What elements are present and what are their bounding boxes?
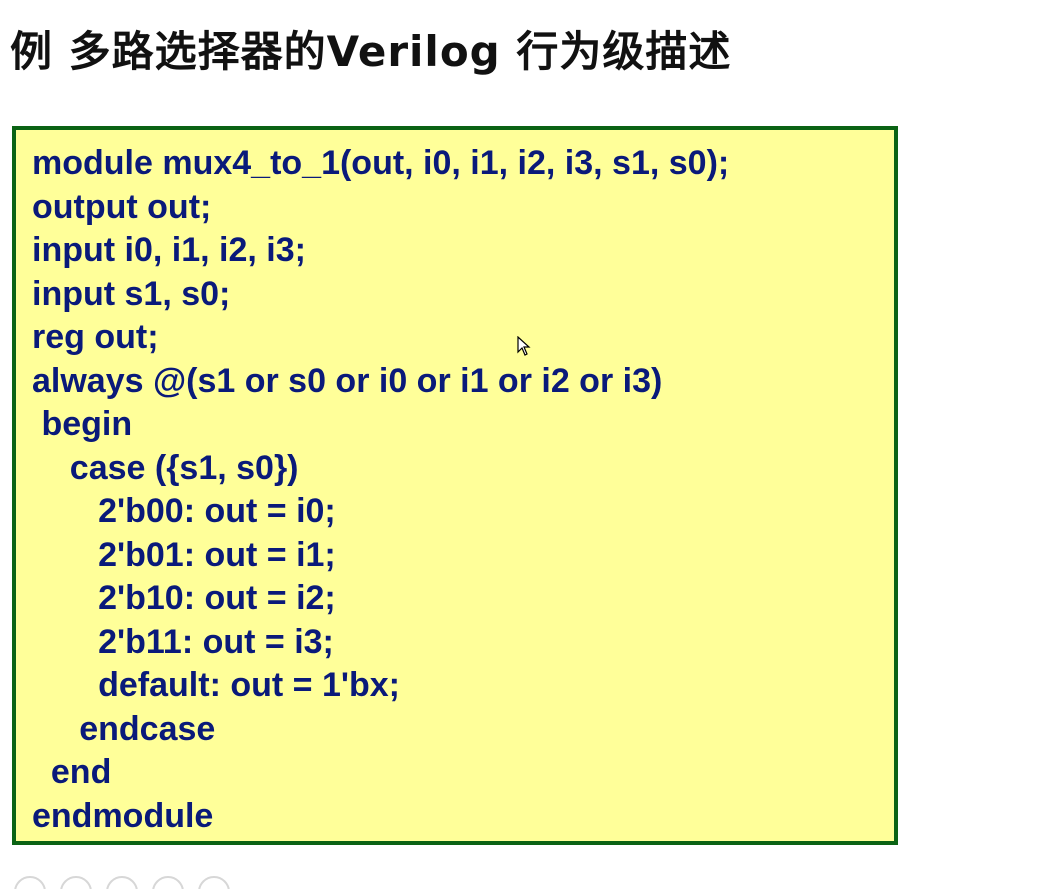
pager-dot[interactable] (60, 876, 92, 889)
pager-dot[interactable] (106, 876, 138, 889)
mouse-pointer-icon (517, 336, 531, 356)
code-line-endcase: endcase (32, 709, 216, 748)
code-line-output: output out; (32, 187, 212, 226)
code-line-case: case ({s1, s0}) (32, 448, 299, 487)
code-line-case-00: 2'b00: out = i0; (32, 492, 336, 530)
slide-page: 例 多路选择器的Verilog 行为级描述 module mux4_to_1(o… (0, 0, 1047, 889)
code-line-begin: begin (32, 405, 133, 443)
pager-dot[interactable] (198, 876, 230, 889)
code-line-end: end (32, 753, 112, 791)
code-line-reg: reg out; (32, 318, 159, 356)
code-line-input-data: input i0, i1, i2, i3; (32, 231, 306, 269)
code-line-input-select: input s1, s0; (32, 274, 231, 313)
code-line-always: always @(s1 or s0 or i0 or i1 or i2 or i… (32, 361, 663, 400)
code-line-module: module mux4_to_1(out, i0, i1, i2, i3, s1… (32, 144, 730, 182)
pager-dot[interactable] (14, 876, 46, 889)
code-line-case-01: 2'b01: out = i1; (32, 535, 336, 574)
pager-dot[interactable] (152, 876, 184, 889)
verilog-code-box: module mux4_to_1(out, i0, i1, i2, i3, s1… (12, 126, 898, 845)
code-line-case-10: 2'b10: out = i2; (32, 579, 336, 617)
code-line-default: default: out = 1'bx; (32, 666, 400, 704)
page-title: 例 多路选择器的Verilog 行为级描述 (10, 27, 732, 76)
code-line-case-11: 2'b11: out = i3; (32, 622, 334, 661)
code-lines: module mux4_to_1(out, i0, i1, i2, i3, s1… (32, 142, 729, 838)
slide-pager (14, 876, 230, 889)
code-line-endmodule: endmodule (32, 796, 214, 835)
